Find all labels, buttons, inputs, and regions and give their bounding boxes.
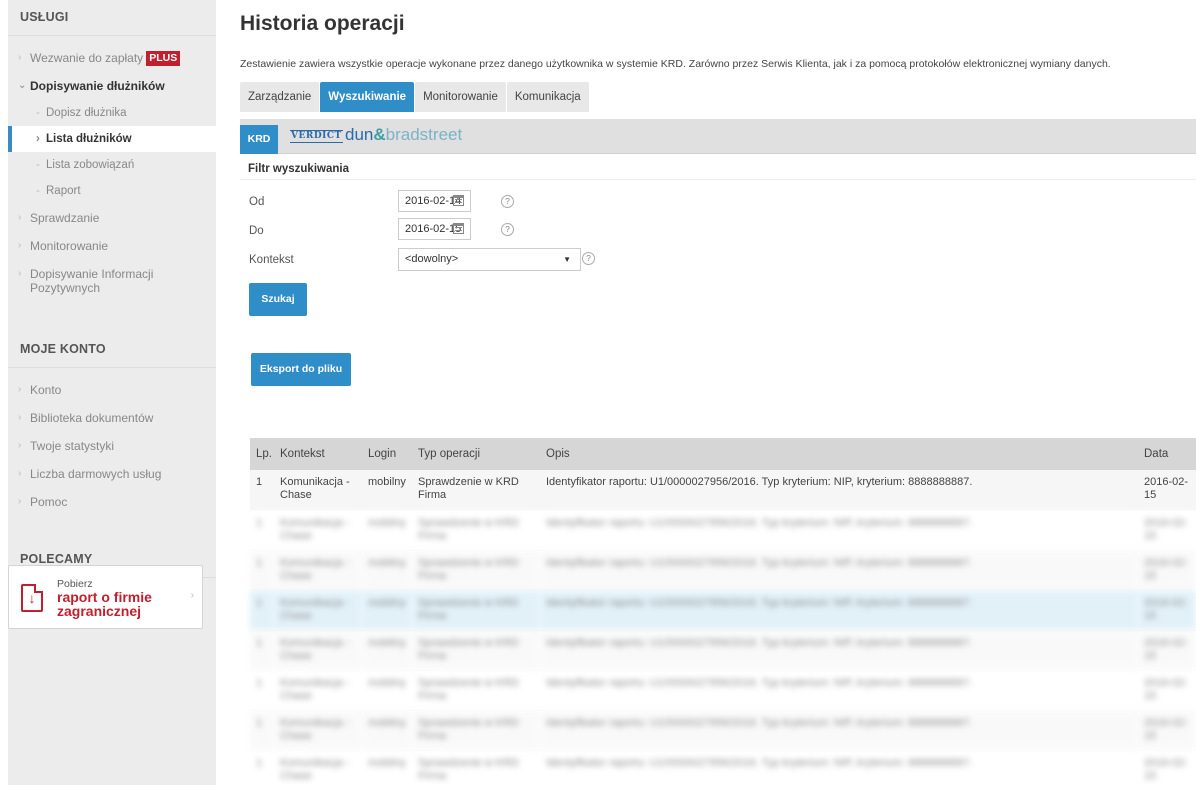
verdict-logo: VERDICT bbox=[290, 130, 343, 143]
table-row-blurred[interactable]: 1 Komunikacja - Chase mobilny Sprawdzeni… bbox=[250, 750, 1196, 785]
sidebar-item-monitoring[interactable]: › Monitorowanie bbox=[8, 232, 216, 260]
sidebar-subitem-report[interactable]: - Raport bbox=[8, 178, 216, 204]
table-row-blurred[interactable]: 1 Komunikacja - Chase mobilny Sprawdzeni… bbox=[250, 630, 1196, 671]
context-select[interactable]: <dowolny> ▼ bbox=[398, 248, 581, 271]
page-title: Historia operacji bbox=[240, 12, 405, 35]
help-icon[interactable]: ? bbox=[501, 223, 514, 236]
operations-table: Lp. Kontekst Login Typ operacji Opis Dat… bbox=[250, 438, 1196, 785]
date-to-field[interactable]: 2016-02-15 bbox=[398, 218, 471, 240]
sidebar-item-add-debtors[interactable]: ⌄ Dopisywanie dłużników bbox=[8, 72, 216, 100]
tab-search[interactable]: Wyszukiwanie bbox=[320, 82, 415, 112]
to-label: Do bbox=[249, 225, 264, 237]
sidebar-item-document-library[interactable]: › Biblioteka dokumentów bbox=[8, 404, 216, 432]
sidebar-item-statistics[interactable]: › Twoje statystyki bbox=[8, 432, 216, 460]
calendar-icon[interactable] bbox=[453, 195, 464, 206]
calendar-icon[interactable] bbox=[453, 223, 464, 234]
chevron-right-icon: › bbox=[18, 468, 22, 479]
help-icon[interactable]: ? bbox=[501, 195, 514, 208]
dropdown-caret-icon: ▼ bbox=[563, 255, 571, 264]
chevron-right-icon: › bbox=[18, 52, 22, 63]
chevron-down-icon: ⌄ bbox=[18, 80, 27, 91]
source-tab-krd[interactable]: KRD bbox=[240, 125, 278, 154]
page-description: Zestawienie zawiera wszystkie operacje w… bbox=[240, 58, 1111, 70]
table-header-row: Lp. Kontekst Login Typ operacji Opis Dat… bbox=[250, 438, 1196, 470]
chevron-right-icon: › bbox=[18, 496, 22, 507]
table-row-blurred-selected[interactable]: 1 Komunikacja - Chase mobilny Sprawdzeni… bbox=[250, 590, 1196, 631]
col-header-lp[interactable]: Lp. bbox=[250, 438, 274, 470]
sidebar-item-label: Dopisywanie dłużników bbox=[30, 79, 165, 93]
col-header-description[interactable]: Opis bbox=[540, 438, 1138, 470]
promo-line2: raport o firmie zagranicznej bbox=[57, 589, 152, 619]
table-row-blurred[interactable]: 1 Komunikacja - Chase mobilny Sprawdzeni… bbox=[250, 550, 1196, 591]
chevron-right-icon: › bbox=[190, 590, 194, 601]
sidebar-section-services: USŁUGI bbox=[8, 0, 216, 36]
sidebar-item-positive-info[interactable]: › Dopisywanie Informacji Pozytywnych bbox=[8, 260, 198, 304]
table-row-blurred[interactable]: 1 Komunikacja - Chase mobilny Sprawdzeni… bbox=[250, 710, 1196, 751]
plus-badge: PLUS bbox=[146, 51, 181, 66]
table-row-blurred[interactable]: 1 Komunikacja - Chase mobilny Sprawdzeni… bbox=[250, 510, 1196, 551]
tab-monitoring[interactable]: Monitorowanie bbox=[415, 82, 506, 112]
sidebar-subitem-add-debtor[interactable]: - Dopisz dłużnika bbox=[8, 100, 216, 126]
export-button[interactable]: Eksport do pliku bbox=[251, 353, 351, 386]
chevron-right-icon: › bbox=[36, 133, 40, 145]
sidebar: USŁUGI › Wezwanie do zapłaty PLUS ⌄ Dopis… bbox=[8, 0, 216, 785]
tab-communication[interactable]: Komunikacja bbox=[506, 82, 589, 112]
filter-heading: Filtr wyszukiwania bbox=[248, 163, 349, 175]
date-from-field[interactable]: 2016-02-14 bbox=[398, 190, 471, 212]
chevron-right-icon: › bbox=[18, 412, 22, 423]
sidebar-item-checking[interactable]: › Sprawdzanie bbox=[8, 204, 216, 232]
chevron-right-icon: › bbox=[18, 384, 22, 395]
table-row[interactable]: 1 Komunikacja - Chase mobilny Sprawdzeni… bbox=[250, 470, 1196, 511]
sidebar-item-account[interactable]: › Konto bbox=[8, 376, 216, 404]
col-header-type[interactable]: Typ operacji bbox=[412, 438, 540, 470]
tab-management[interactable]: Zarządzanie bbox=[240, 82, 320, 112]
col-header-date[interactable]: Data bbox=[1138, 438, 1196, 470]
sidebar-item-label: Wezwanie do zapłaty bbox=[30, 51, 144, 65]
promo-foreign-report-banner[interactable]: ↓ Pobierz raport o firmie zagranicznej › bbox=[8, 565, 203, 629]
sidebar-item-free-services[interactable]: › Liczba darmowych usług bbox=[8, 460, 216, 488]
col-header-login[interactable]: Login bbox=[362, 438, 412, 470]
download-icon: ↓ bbox=[21, 584, 43, 612]
col-header-context[interactable]: Kontekst bbox=[274, 438, 362, 470]
help-icon[interactable]: ? bbox=[582, 252, 595, 265]
chevron-right-icon: › bbox=[18, 240, 22, 251]
search-button[interactable]: Szukaj bbox=[249, 283, 307, 316]
chevron-right-icon: › bbox=[18, 268, 22, 279]
dun-bradstreet-logo: dun&bradstreet bbox=[345, 125, 463, 144]
sidebar-subitem-obligations-list[interactable]: - Lista zobowiązań bbox=[8, 152, 216, 178]
sidebar-item-help[interactable]: › Pomoc bbox=[8, 488, 216, 516]
chevron-right-icon: › bbox=[18, 440, 22, 451]
from-label: Od bbox=[249, 196, 265, 208]
context-label: Kontekst bbox=[249, 254, 294, 266]
table-row-blurred[interactable]: 1 Komunikacja - Chase mobilny Sprawdzeni… bbox=[250, 670, 1196, 711]
divider bbox=[240, 179, 1196, 180]
sidebar-section-account: MOJE KONTO bbox=[8, 328, 216, 368]
sidebar-item-payment-demand[interactable]: › Wezwanie do zapłaty PLUS bbox=[8, 44, 216, 72]
source-tab-bar: KRD VERDICT dun&bradstreet bbox=[240, 119, 1196, 154]
chevron-right-icon: › bbox=[18, 212, 22, 223]
tab-bar: Zarządzanie Wyszukiwanie Monitorowanie Komu… bbox=[240, 82, 590, 112]
sidebar-subitem-debtor-list[interactable]: › Lista dłużników bbox=[8, 126, 216, 152]
